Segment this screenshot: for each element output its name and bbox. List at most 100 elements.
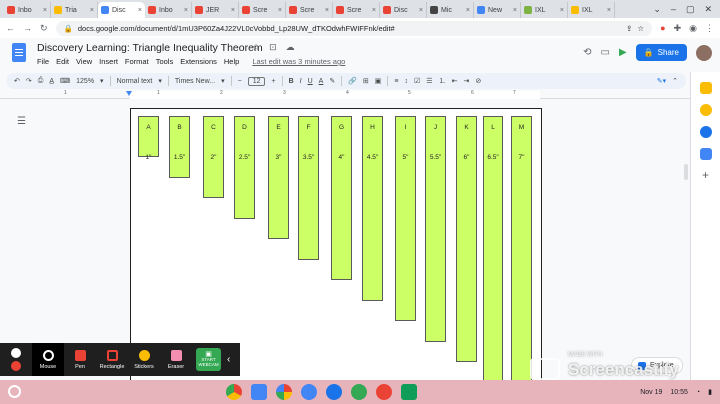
photos-icon[interactable] — [276, 384, 292, 400]
pause-icon[interactable] — [11, 348, 21, 358]
tab-close-icon[interactable]: × — [43, 7, 47, 14]
print-icon[interactable]: ⎙ — [38, 77, 44, 85]
url-input[interactable]: 🔒 docs.google.com/document/d/1mU3P60Za4J… — [55, 20, 653, 36]
bookmark-star-icon[interactable]: ☆ — [637, 24, 644, 33]
text-color-button[interactable]: A — [319, 78, 324, 85]
tool-mouse[interactable]: Mouse — [32, 343, 64, 376]
browser-tab[interactable]: Scre × — [239, 2, 286, 18]
strip-b[interactable]: B 1.5" — [169, 116, 190, 178]
menu-item[interactable]: Extensions — [180, 57, 217, 66]
indent-decrease-icon[interactable]: ⇤ — [452, 77, 458, 85]
minimize-icon[interactable]: – — [671, 4, 676, 15]
tab-close-icon[interactable]: × — [466, 7, 470, 14]
add-addon-icon[interactable]: + — [691, 168, 720, 182]
tool-eraser[interactable]: Eraser — [160, 343, 192, 376]
collapse-icon[interactable]: ⌃ — [672, 77, 678, 85]
redo-icon[interactable]: ↷ — [26, 77, 32, 85]
vertical-scrollbar[interactable] — [683, 100, 689, 380]
strip-l[interactable]: L 6.5" — [483, 116, 503, 383]
scrollbar-thumb[interactable] — [684, 164, 688, 180]
browser-tab[interactable]: Disc × — [98, 2, 145, 18]
image-icon[interactable]: ▣ — [375, 77, 382, 85]
browser-tab[interactable]: IXL × — [521, 2, 568, 18]
avatar[interactable] — [696, 44, 712, 61]
zoom-select[interactable]: 125% — [76, 78, 94, 85]
tab-close-icon[interactable]: × — [184, 7, 188, 14]
extension-icon[interactable]: ● — [660, 23, 665, 33]
docs-logo-icon[interactable] — [12, 43, 26, 62]
italic-button[interactable]: I — [300, 78, 302, 85]
comments-icon[interactable]: ▭ — [601, 47, 610, 58]
menu-item[interactable]: Tools — [156, 57, 174, 66]
gmail-icon[interactable] — [376, 384, 392, 400]
indent-increase-icon[interactable]: ⇥ — [463, 77, 469, 85]
share-page-icon[interactable]: ⇪ — [626, 24, 632, 33]
menu-item[interactable]: Insert — [99, 57, 118, 66]
tab-close-icon[interactable]: × — [607, 7, 611, 14]
strip-e[interactable]: E 3" — [268, 116, 289, 239]
meet-icon[interactable]: ▶ — [619, 47, 627, 58]
docs-app-icon[interactable] — [301, 384, 317, 400]
browser-tab[interactable]: Mic × — [427, 2, 474, 18]
menu-dots-icon[interactable]: ⋮ — [705, 23, 714, 34]
comment-icon[interactable]: ⊞ — [363, 77, 369, 85]
tab-close-icon[interactable]: × — [90, 7, 94, 14]
forward-icon[interactable]: → — [23, 23, 32, 33]
back-icon[interactable]: ← — [6, 23, 15, 33]
history-icon[interactable]: ⟲ — [583, 47, 591, 58]
tab-close-icon[interactable]: × — [513, 7, 517, 14]
font-size-input[interactable]: 12 — [247, 76, 266, 86]
meet-app-icon[interactable] — [401, 384, 417, 400]
browser-tab[interactable]: Inbo × — [4, 2, 51, 18]
tab-close-icon[interactable]: × — [419, 7, 423, 14]
font-select[interactable]: Times New... — [175, 78, 215, 85]
strip-j[interactable]: J 5.5" — [425, 116, 446, 342]
strip-m[interactable]: M 7" — [511, 116, 532, 403]
maximize-icon[interactable]: ▢ — [686, 4, 695, 15]
tab-close-icon[interactable]: × — [231, 7, 235, 14]
underline-button[interactable]: U — [308, 78, 313, 85]
menu-item[interactable]: Edit — [56, 57, 69, 66]
launcher-icon[interactable] — [8, 385, 21, 398]
last-edit-link[interactable]: Last edit was 3 minutes ago — [252, 57, 345, 66]
strip-d[interactable]: D 2.5" — [234, 116, 255, 219]
increase-size-icon[interactable]: + — [271, 78, 275, 85]
browser-tab[interactable]: New × — [474, 2, 521, 18]
puzzle-icon[interactable]: ✚ — [674, 23, 682, 34]
cloud-status-icon[interactable]: ☁ — [286, 42, 295, 53]
undo-icon[interactable]: ↶ — [14, 77, 20, 85]
share-button[interactable]: 🔒 Share — [635, 44, 687, 61]
browser-tab[interactable]: JER × — [192, 2, 239, 18]
strip-a[interactable]: A 1" — [138, 116, 159, 161]
browser-tab[interactable]: Inbo × — [145, 2, 192, 18]
tool-stickers[interactable]: Stickers — [128, 343, 160, 376]
strip-h[interactable]: H 4.5" — [362, 116, 383, 301]
tab-close-icon[interactable]: × — [372, 7, 376, 14]
line-spacing-icon[interactable]: ↕ — [405, 78, 409, 85]
strip-g[interactable]: G 4" — [331, 116, 352, 280]
strip-c[interactable]: C 2" — [203, 116, 224, 198]
checklist-icon[interactable]: ☑ — [414, 77, 420, 85]
tab-close-icon[interactable]: × — [325, 7, 329, 14]
collapse-arrow-icon[interactable]: ‹ — [227, 354, 230, 365]
stop-icon[interactable] — [11, 361, 21, 371]
document-title[interactable]: Discovery Learning: Triangle Inequality … — [37, 42, 263, 54]
menu-item[interactable]: Help — [224, 57, 239, 66]
menu-item[interactable]: File — [37, 57, 49, 66]
browser-tab[interactable]: Scre × — [286, 2, 333, 18]
tool-pen[interactable]: Pen — [64, 343, 96, 376]
contacts-icon[interactable] — [699, 148, 712, 160]
link-icon[interactable]: 🔗 — [348, 77, 357, 85]
bold-button[interactable]: B — [289, 78, 294, 85]
outline-icon[interactable]: ☰ — [17, 116, 26, 127]
align-icon[interactable]: ≡ — [394, 78, 398, 85]
reload-icon[interactable]: ↻ — [40, 23, 48, 34]
status-area[interactable]: Nov 19 10:55 ◔ ▮ — [640, 388, 712, 397]
highlight-icon[interactable]: ✎ — [329, 77, 335, 85]
screencastify-app-icon[interactable] — [326, 384, 342, 400]
strip-i[interactable]: I 5" — [395, 116, 416, 321]
paint-format-icon[interactable]: ⌨ — [60, 77, 70, 85]
numbered-list-icon[interactable]: ⒈ — [439, 76, 446, 86]
edit-mode-icon[interactable]: ✎▾ — [657, 77, 666, 85]
tab-close-icon[interactable]: × — [278, 7, 282, 14]
